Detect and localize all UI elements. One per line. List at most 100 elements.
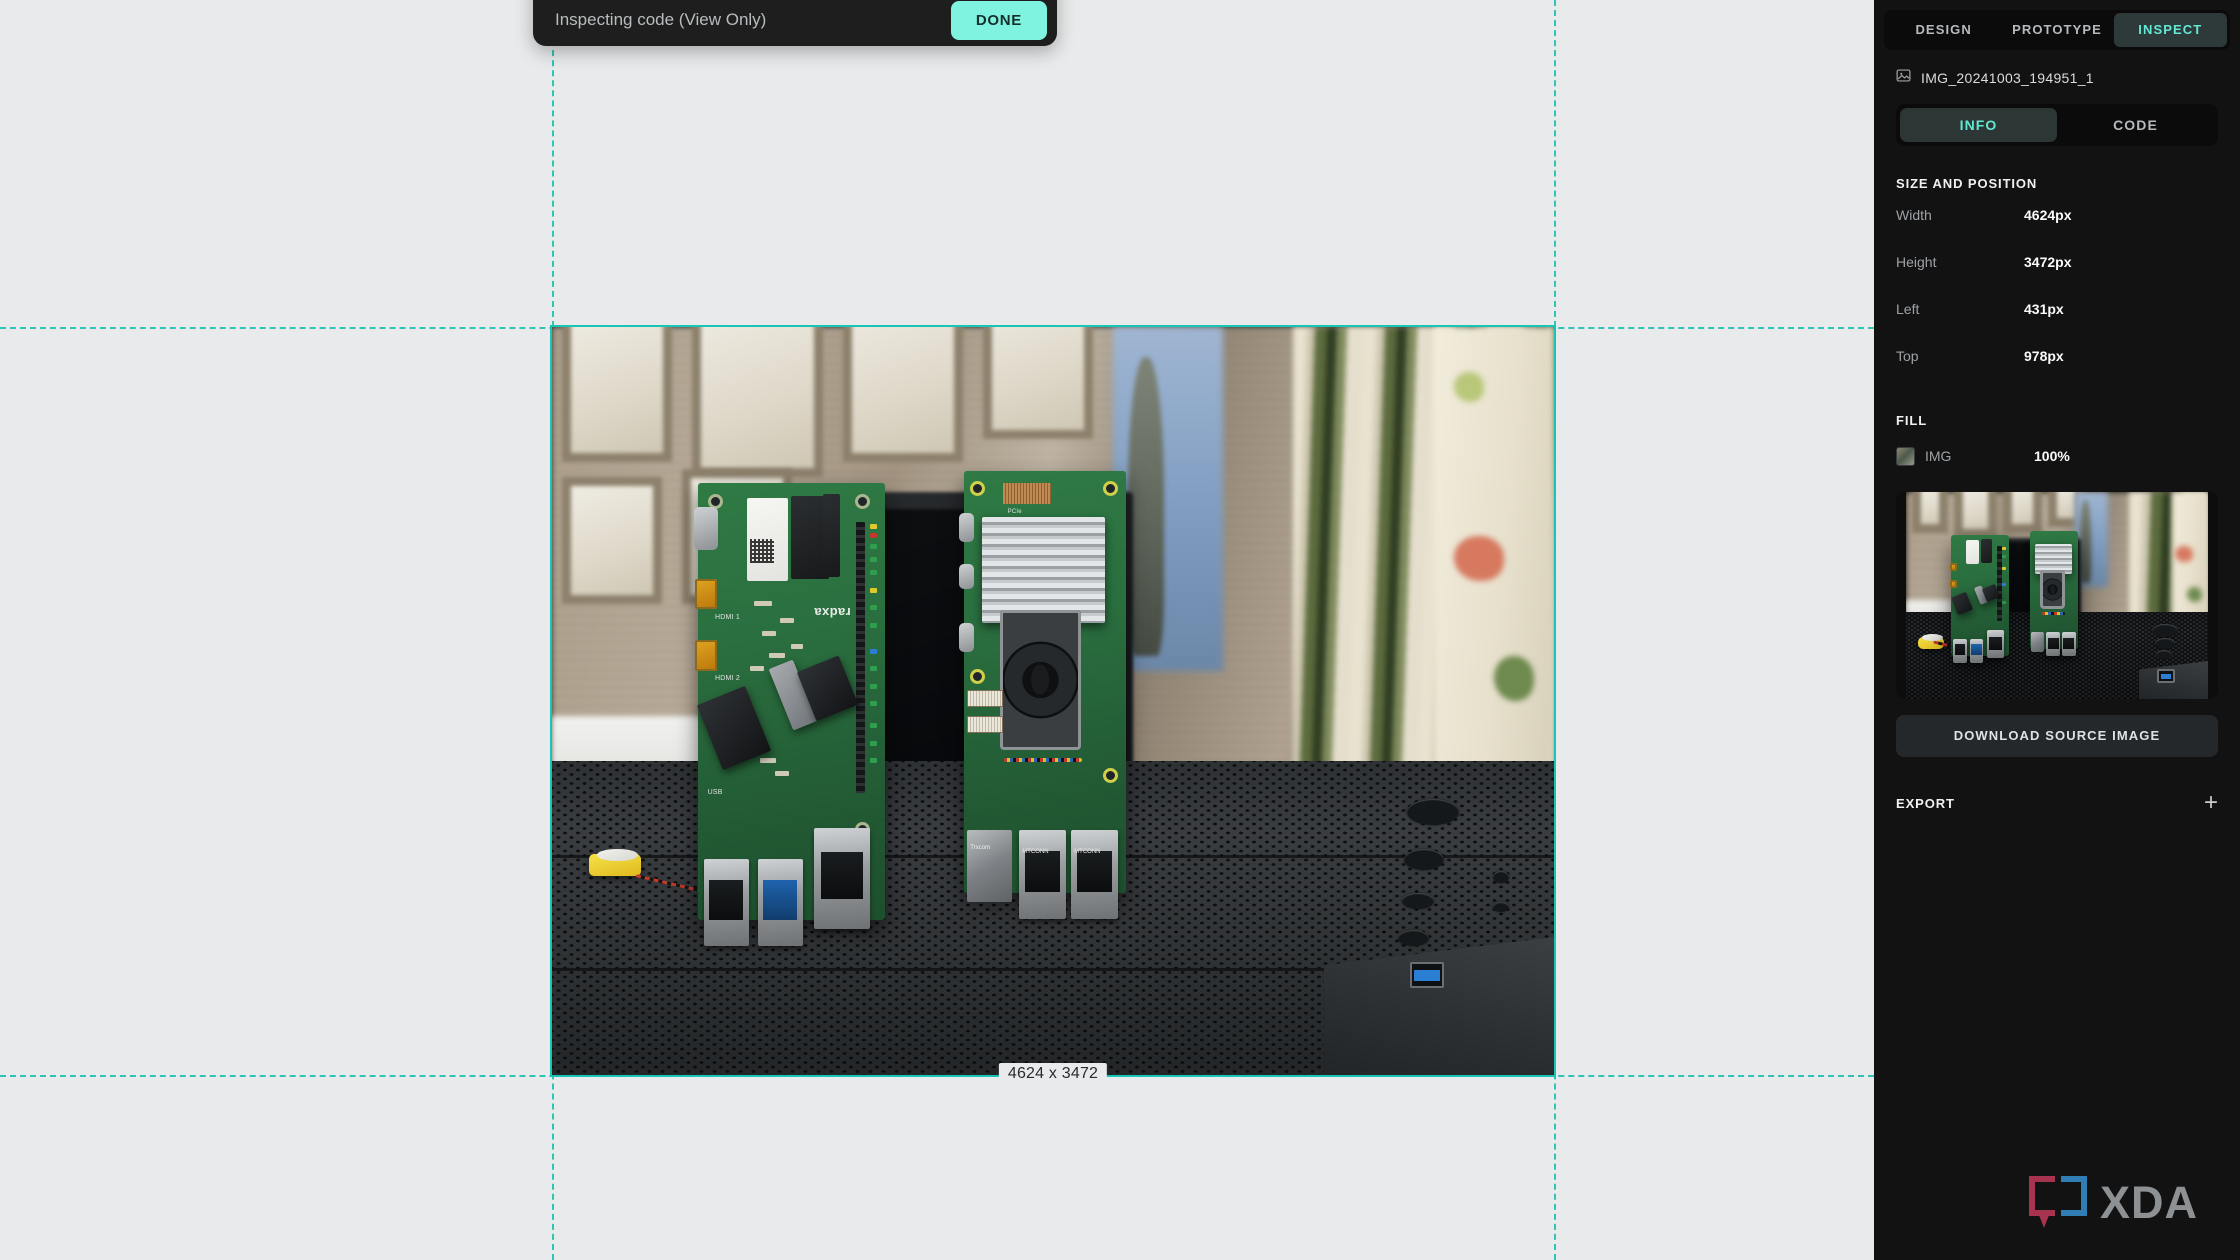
gpio-pin-green-8 — [870, 701, 878, 707]
right-board-ethernet-transformer — [967, 829, 1013, 902]
guide-vertical-right — [1554, 0, 1556, 1260]
gpio-pin-yellow-2 — [870, 587, 878, 593]
height-value[interactable]: 3472px — [2024, 254, 2071, 270]
laptop-port-1 — [1406, 798, 1459, 825]
curtain-motif-3 — [1453, 371, 1484, 402]
right-board-cooling-fan — [999, 610, 1081, 750]
left-board-mount-hole-2 — [854, 493, 870, 509]
panel-mode-tabs: DESIGN PROTOTYPE INSPECT — [1884, 10, 2230, 50]
left-board-ethernet-port — [813, 828, 870, 929]
fill-preview-image — [1906, 492, 2208, 699]
width-label: Width — [1896, 206, 1932, 223]
left-board-hdmi1-port — [694, 578, 717, 610]
xda-wordmark: XDA — [2099, 1176, 2198, 1228]
row-top: Top 978px — [1896, 332, 2218, 379]
left-board-usb-stack-2 — [757, 858, 803, 947]
fill-row: IMG 100% — [1896, 438, 2218, 474]
left-board-resistor-6 — [750, 666, 765, 672]
fill-opacity[interactable]: 100% — [2034, 448, 2070, 464]
left-board-resistor-9 — [774, 771, 789, 777]
left-board-heatsink-black — [696, 685, 771, 770]
fill-image-preview[interactable] — [1896, 492, 2218, 699]
design-canvas[interactable]: HDMI 1 HDMI 2 USB radxa PCIe Trxcom MTCO… — [0, 0, 1874, 1260]
left-board-gpio-header — [856, 521, 866, 794]
laptop-port-3 — [1401, 892, 1434, 909]
toast-message: Inspecting code (View Only) — [555, 10, 767, 29]
wall-frame-1 — [562, 327, 673, 462]
row-left: Left 431px — [1896, 285, 2218, 332]
tab-design[interactable]: DESIGN — [1887, 13, 2000, 47]
export-title: EXPORT — [1896, 795, 1955, 811]
inspect-mode-toast: Inspecting code (View Only) DONE — [533, 0, 1057, 46]
top-label: Top — [1896, 347, 1919, 364]
gpio-pin-green-10 — [870, 740, 878, 746]
right-board-fan-wires — [1004, 757, 1083, 762]
wall-frame-2 — [692, 327, 823, 477]
selected-layer-row[interactable]: IMG_20241003_194951_1 — [1874, 50, 2240, 88]
left-board-hdmi2-label: HDMI 2 — [715, 675, 740, 683]
right-board-usb-stack-1 — [1018, 829, 1067, 919]
left-board-qr-code — [750, 539, 775, 564]
gpio-pin-green-3 — [870, 570, 878, 576]
right-board-usb1-label: MTCONN — [1022, 849, 1049, 856]
laptop-port-2 — [1403, 848, 1444, 870]
gpio-pin-green-1 — [870, 543, 878, 549]
row-width: Width 4624px — [1896, 191, 2218, 238]
inspect-subtabs: INFO CODE — [1896, 104, 2218, 146]
download-source-image-button[interactable]: DOWNLOAD SOURCE IMAGE — [1896, 715, 2218, 757]
right-board-usb-stack-2 — [1070, 829, 1118, 919]
xda-watermark: XDA — [2028, 1176, 2198, 1228]
left-board-resistor-3 — [780, 618, 795, 624]
wall-frame-4 — [982, 327, 1094, 440]
left-board-resistor-1 — [754, 600, 773, 606]
done-button[interactable]: DONE — [950, 0, 1047, 40]
selected-image-frame[interactable]: HDMI 1 HDMI 2 USB radxa PCIe Trxcom MTCO… — [550, 325, 1556, 1077]
wall-frame-5 — [562, 476, 663, 604]
gpio-pin-red-1 — [870, 532, 878, 538]
right-board-usbc-port — [958, 563, 974, 589]
selection-size-label: 4624 x 3472 — [998, 1063, 1108, 1086]
guide-horizontal-bottom — [0, 1075, 1874, 1077]
wall-frame-3 — [842, 327, 963, 462]
right-board-pcie-label: PCIe — [1007, 508, 1022, 515]
laptop-usb-port — [1409, 961, 1444, 988]
coin-cell-battery — [589, 848, 642, 877]
left-board-hdmi2-port — [694, 640, 717, 671]
size-position-title: SIZE AND POSITION — [1896, 176, 2038, 191]
top-value[interactable]: 978px — [2024, 348, 2064, 364]
right-board-mount-hole-1 — [970, 481, 986, 497]
width-value[interactable]: 4624px — [2024, 207, 2071, 223]
right-board-hdmi-2 — [958, 622, 974, 653]
gpio-pin-green-7 — [870, 683, 878, 689]
height-label: Height — [1896, 253, 1937, 270]
left-board-usb-stack-1 — [703, 858, 749, 947]
gpio-pin-green-4 — [870, 605, 878, 611]
curtain-motif-1 — [1453, 536, 1504, 582]
tab-inspect[interactable]: INSPECT — [2113, 13, 2227, 47]
right-board-csi-connector-2 — [967, 715, 1003, 733]
gpio-pin-green-11 — [870, 758, 878, 764]
row-height: Height 3472px — [1896, 238, 2218, 285]
right-board-mount-hole-4 — [1103, 768, 1119, 784]
laptop-port-5 — [1492, 870, 1509, 883]
app-root: HDMI 1 HDMI 2 USB radxa PCIe Trxcom MTCO… — [0, 0, 2240, 1260]
right-board-transformer-label: Trxcom — [970, 844, 991, 851]
subtab-info[interactable]: INFO — [1900, 108, 2057, 142]
left-label: Left — [1896, 300, 1920, 317]
image-icon — [1896, 68, 1911, 88]
plus-icon[interactable]: + — [2204, 791, 2218, 815]
fill-name: IMG — [1925, 448, 1952, 464]
statue-figurine — [1128, 356, 1165, 657]
left-board-resistor-5 — [791, 644, 804, 650]
subtab-code[interactable]: CODE — [2057, 108, 2214, 142]
left-board-emmc — [823, 493, 840, 577]
left-value[interactable]: 431px — [2024, 301, 2064, 317]
fill-thumbnail-swatch[interactable] — [1896, 446, 1915, 466]
gpio-pin-green-9 — [870, 723, 878, 729]
right-board-pcie-connector — [1002, 483, 1052, 505]
right-board-hdmi-1 — [958, 512, 974, 543]
xda-logo-icon — [2028, 1176, 2087, 1228]
tab-prototype[interactable]: PROTOTYPE — [2000, 13, 2113, 47]
left-board-resistor-8 — [759, 758, 776, 764]
left-board-brand: radxa — [813, 605, 851, 621]
